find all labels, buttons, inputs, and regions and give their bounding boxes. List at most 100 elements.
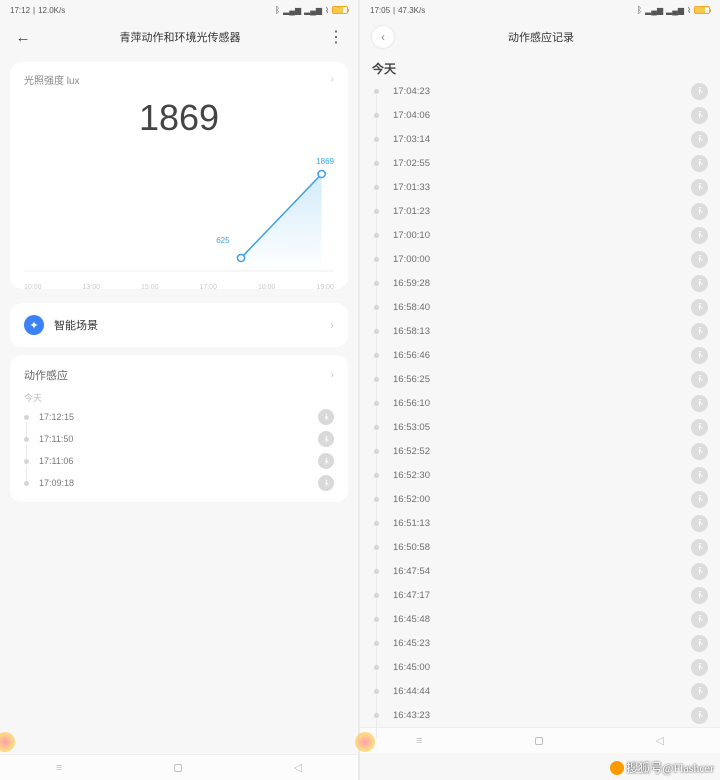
- nav-back-icon[interactable]: ◁: [655, 734, 663, 747]
- walk-icon: [691, 299, 708, 316]
- log-time: 17:01:33: [393, 182, 691, 193]
- log-row: 17:11:06: [24, 450, 334, 472]
- log-row: 16:56:25: [374, 367, 708, 391]
- right-screenshot: 17:05 | 47.3K/s ᛒ ▂▄▆ ▂▄▆ ⌇ ‹ 动作感应记录 今天 …: [360, 0, 720, 780]
- nav-back-icon[interactable]: ◁: [294, 761, 302, 774]
- wifi-icon: ⌇: [687, 6, 691, 15]
- log-time: 16:45:48: [393, 614, 691, 625]
- left-screenshot: 17:12 | 12.0K/s ᛒ ▂▄▆ ▂▄▆ ⌇ ← 青萍动作和环境光传感…: [0, 0, 360, 780]
- log-row: 17:02:55: [374, 151, 708, 175]
- back-button[interactable]: ‹: [372, 26, 394, 48]
- log-time: 16:50:58: [393, 542, 691, 553]
- log-row: 16:45:00: [374, 655, 708, 679]
- walk-icon: [691, 83, 708, 100]
- log-time: 16:47:54: [393, 566, 691, 577]
- log-time: 16:52:30: [393, 470, 691, 481]
- log-row: 16:45:23: [374, 631, 708, 655]
- log-row: 17:12:15: [24, 406, 334, 428]
- motion-log-list[interactable]: 17:04:23 17:04:0617:03:1417:02:55 17:01:33…: [360, 79, 720, 727]
- walk-icon: [691, 227, 708, 244]
- smart-scene-row[interactable]: ✦ 智能场景 ›: [10, 303, 348, 347]
- log-time: 16:52:00: [393, 494, 691, 505]
- more-button[interactable]: ⋮: [326, 27, 346, 47]
- log-row: 17:09:18: [24, 472, 334, 494]
- sohu-logo-icon: [610, 761, 624, 775]
- chevron-right-icon: ›: [330, 318, 334, 332]
- lux-card: 光照强度 lux › 1869 1869 625 10: [10, 62, 348, 289]
- walk-icon: [691, 491, 708, 508]
- walk-icon: [318, 431, 334, 447]
- log-time: 17:04:23: [393, 86, 691, 97]
- log-row: 17:11:50: [24, 428, 334, 450]
- walk-icon: [691, 467, 708, 484]
- log-time: 16:43:23: [393, 710, 691, 721]
- android-navbar: ≡ ◁: [0, 754, 358, 780]
- log-row: 16:52:00: [374, 487, 708, 511]
- nav-home-icon[interactable]: [174, 764, 182, 772]
- lux-value: 1869: [10, 93, 348, 149]
- log-time: 17:00:00: [393, 254, 691, 265]
- status-bar: 17:05 | 47.3K/s ᛒ ▂▄▆ ▂▄▆ ⌇: [360, 0, 720, 20]
- walk-icon: [691, 203, 708, 220]
- scene-icon: ✦: [24, 315, 44, 335]
- nav-home-icon[interactable]: [535, 737, 543, 745]
- log-row: 16:47:17: [374, 583, 708, 607]
- log-time: 16:58:40: [393, 302, 691, 313]
- log-row: 17:04:23: [374, 79, 708, 103]
- battery-icon: [332, 6, 348, 14]
- walk-icon: [691, 659, 708, 676]
- walk-icon: [691, 155, 708, 172]
- signal-icon-2: ▂▄▆: [666, 6, 684, 15]
- log-row: 16:45:48: [374, 607, 708, 631]
- log-time: 16:58:13: [393, 326, 691, 337]
- back-button[interactable]: ←: [12, 26, 34, 48]
- page-title: 青萍动作和环境光传感器: [34, 29, 326, 45]
- chevron-right-icon[interactable]: ›: [331, 74, 334, 85]
- status-bar: 17:12 | 12.0K/s ᛒ ▂▄▆ ▂▄▆ ⌇: [0, 0, 358, 20]
- walk-icon: [318, 453, 334, 469]
- walk-icon: [691, 251, 708, 268]
- log-row: 17:03:14: [374, 127, 708, 151]
- walk-icon: [691, 443, 708, 460]
- log-row: 16:56:10: [374, 391, 708, 415]
- walk-icon: [691, 515, 708, 532]
- titlebar: ← 青萍动作和环境光传感器 ⋮: [0, 20, 358, 54]
- log-row: 16:58:40: [374, 295, 708, 319]
- log-row: 17:00:00: [374, 247, 708, 271]
- log-time: 16:45:23: [393, 638, 691, 649]
- log-row: 17:04:06: [374, 103, 708, 127]
- log-time: 16:56:25: [393, 374, 691, 385]
- walk-icon: [691, 323, 708, 340]
- log-time: 17:12:15: [39, 412, 318, 422]
- watermark: 搜狐号@Flashcer: [610, 759, 714, 776]
- log-row: 16:52:30: [374, 463, 708, 487]
- log-time: 16:44:44: [393, 686, 691, 697]
- status-speed: 12.0K/s: [38, 6, 65, 15]
- walk-icon: [691, 563, 708, 580]
- walk-icon: [691, 683, 708, 700]
- walk-icon: [691, 539, 708, 556]
- chevron-right-icon[interactable]: ›: [330, 369, 334, 381]
- log-row: 16:56:46: [374, 343, 708, 367]
- log-row: 17:00:10: [374, 223, 708, 247]
- log-time: 16:52:52: [393, 446, 691, 457]
- nav-menu-icon[interactable]: ≡: [56, 762, 62, 774]
- walk-icon: [691, 395, 708, 412]
- chart-point-label-low: 625: [216, 236, 229, 245]
- lux-label: 光照强度 lux: [24, 72, 80, 87]
- log-row: 16:52:52: [374, 439, 708, 463]
- signal-icon-2: ▂▄▆: [304, 6, 322, 15]
- walk-icon: [691, 347, 708, 364]
- today-label: 今天: [10, 387, 348, 406]
- log-time: 17:11:06: [39, 456, 318, 466]
- walk-icon: [691, 107, 708, 124]
- log-row: 16:59:28: [374, 271, 708, 295]
- page-title: 动作感应记录: [394, 29, 688, 45]
- today-heading: 今天: [360, 54, 720, 79]
- log-time: 16:45:00: [393, 662, 691, 673]
- walk-icon: [691, 131, 708, 148]
- walk-icon: [318, 475, 334, 491]
- log-time: 16:59:28: [393, 278, 691, 289]
- nav-menu-icon[interactable]: ≡: [416, 735, 422, 747]
- content-scroll[interactable]: 光照强度 lux › 1869 1869 625 10: [0, 54, 358, 754]
